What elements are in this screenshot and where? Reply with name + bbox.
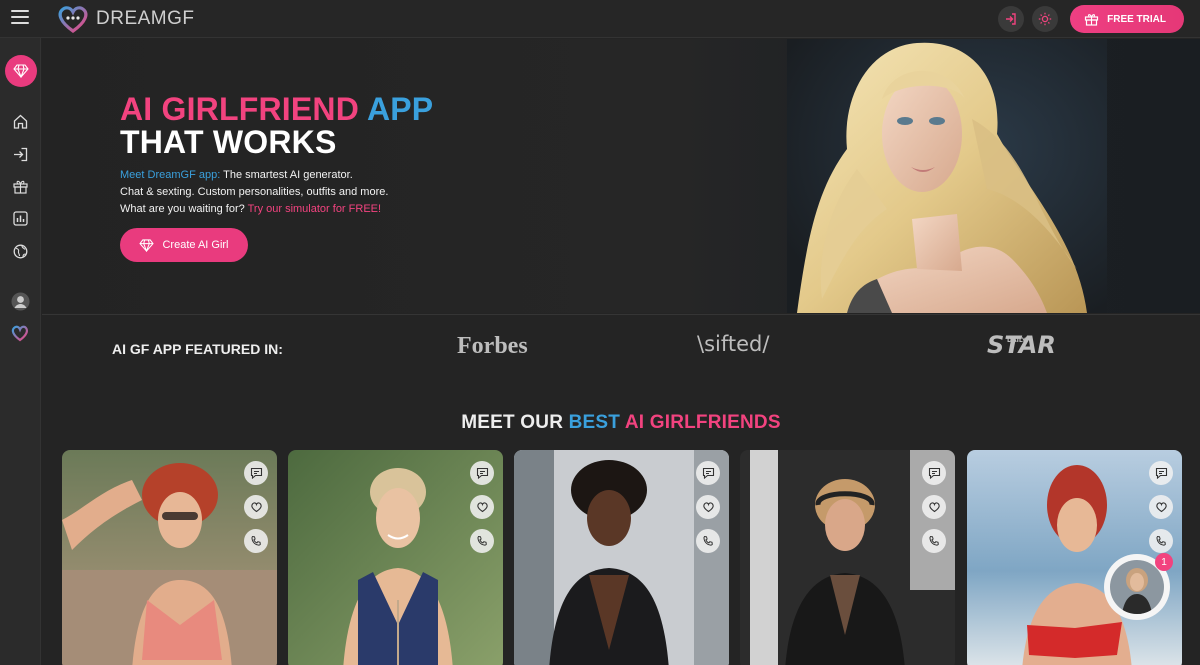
menu-icon[interactable]	[11, 10, 29, 26]
login-icon[interactable]	[12, 146, 29, 163]
heart-icon	[250, 502, 262, 513]
like-button[interactable]	[922, 495, 946, 519]
free-trial-button[interactable]: FREE TRIAL	[1070, 5, 1184, 33]
hero-title-pink: AI GIRLFRIEND	[120, 91, 360, 127]
heart-icon	[702, 502, 714, 513]
heart-icon	[1155, 502, 1167, 513]
globe-icon[interactable]	[12, 243, 29, 260]
chat-icon	[1155, 467, 1167, 479]
phone-icon	[1156, 535, 1166, 546]
hero-title-line2: THAT WORKS	[120, 124, 337, 160]
theme-toggle-button[interactable]	[1032, 6, 1059, 32]
chat-icon	[476, 467, 488, 479]
logo[interactable]: DREAMGF	[56, 4, 195, 34]
top-bar: DREAMGF FREE TRIAL	[0, 0, 1200, 38]
sidebar-item-create[interactable]	[5, 55, 37, 87]
call-button[interactable]	[244, 529, 268, 553]
heart-logo-icon	[58, 6, 88, 33]
section-title: MEET OUR BEST AI GIRLFRIENDS	[0, 412, 1200, 434]
login-button[interactable]	[998, 6, 1025, 32]
daily-star-logo[interactable]: DAILY STAR	[987, 331, 1056, 359]
stats-icon[interactable]	[12, 210, 29, 227]
create-ai-girl-label: Create AI Girl	[162, 239, 229, 251]
heart-icon	[476, 502, 488, 513]
gem-icon	[13, 64, 29, 78]
gift-icon[interactable]	[12, 178, 29, 195]
chat-button[interactable]	[470, 461, 494, 485]
phone-icon	[703, 535, 713, 546]
like-button[interactable]	[1149, 495, 1173, 519]
section-title-pink: AI GIRLFRIENDS	[620, 412, 781, 433]
hero-section: AI GIRLFRIEND APP THAT WORKS Meet DreamG…	[42, 39, 1200, 313]
login-icon	[1006, 13, 1016, 25]
girlfriend-card[interactable]	[288, 450, 503, 665]
chat-icon	[928, 467, 940, 479]
sifted-logo[interactable]: \sifted/	[697, 332, 769, 356]
chat-button[interactable]	[1149, 461, 1173, 485]
gem-icon	[139, 238, 155, 252]
hero-desc-line1: The smartest AI generator.	[220, 169, 353, 181]
gift-icon	[1085, 14, 1099, 26]
call-button[interactable]	[1149, 529, 1173, 553]
free-trial-label: FREE TRIAL	[1107, 13, 1166, 25]
avatar-icon[interactable]	[11, 292, 30, 311]
chat-button[interactable]	[244, 461, 268, 485]
call-button[interactable]	[696, 529, 720, 553]
hero-title-blue: APP	[366, 91, 434, 127]
phone-icon	[251, 535, 261, 546]
daily-star-small: DAILY	[1007, 337, 1027, 344]
hero-portrait-image	[787, 39, 1107, 313]
hero-desc-line2: Chat & sexting. Custom personalities, ou…	[120, 186, 389, 198]
girlfriend-card[interactable]	[62, 450, 277, 665]
sun-icon	[1038, 12, 1052, 26]
hero-desc-link[interactable]: Meet DreamGF app:	[120, 169, 220, 181]
hero-title: AI GIRLFRIEND APP THAT WORKS	[120, 93, 433, 159]
like-button[interactable]	[696, 495, 720, 519]
home-icon[interactable]	[12, 113, 29, 130]
call-button[interactable]	[922, 529, 946, 553]
sidebar	[0, 38, 41, 665]
like-button[interactable]	[244, 495, 268, 519]
hero-desc-line3: What are you waiting for?	[120, 203, 248, 215]
featured-in-bar: AI GF APP FEATURED IN: Forbes \sifted/ D…	[42, 314, 1200, 378]
phone-icon	[477, 535, 487, 546]
simulator-link[interactable]: Try our simulator for FREE!	[248, 203, 381, 215]
chat-icon	[702, 467, 714, 479]
create-ai-girl-button[interactable]: Create AI Girl	[120, 228, 248, 262]
section-title-pre: MEET OUR	[461, 412, 569, 433]
call-button[interactable]	[470, 529, 494, 553]
girlfriend-card[interactable]	[740, 450, 955, 665]
chat-button[interactable]	[696, 461, 720, 485]
chat-widget-avatar	[1110, 560, 1164, 614]
like-button[interactable]	[470, 495, 494, 519]
forbes-logo[interactable]: Forbes	[457, 333, 528, 360]
chat-button[interactable]	[922, 461, 946, 485]
phone-icon	[929, 535, 939, 546]
heart-logo-icon[interactable]	[10, 324, 30, 342]
notification-badge: 1	[1155, 553, 1173, 571]
section-title-blue: BEST	[568, 412, 621, 433]
logo-text: DREAMGF	[96, 8, 195, 29]
chat-icon	[250, 467, 262, 479]
featured-label: AI GF APP FEATURED IN:	[112, 341, 283, 357]
hero-description: Meet DreamGF app: The smartest AI genera…	[120, 167, 388, 218]
girlfriend-card[interactable]	[514, 450, 729, 665]
heart-icon	[928, 502, 940, 513]
